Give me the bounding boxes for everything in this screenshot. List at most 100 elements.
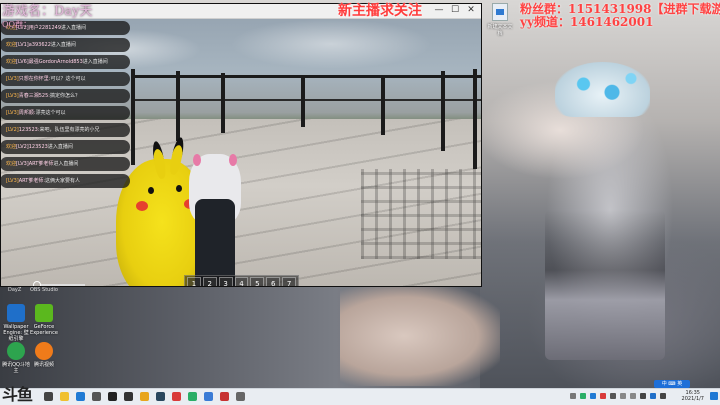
chat-level: 欢迎 — [6, 144, 17, 150]
chat-message: [LV2]123523:来吧，队伍里有漂亮的小兄 — [0, 123, 130, 137]
tray-icon[interactable] — [590, 393, 596, 399]
edge-app-icon[interactable] — [76, 392, 85, 401]
status-bar — [41, 284, 85, 286]
chat-message: [LV3]周邦顺:漂亮这个可以 — [0, 106, 130, 120]
close-button[interactable]: ✕ — [465, 5, 477, 16]
chat-level: [LV3] — [6, 93, 19, 99]
clock[interactable]: 16:35 2021/1/7 — [682, 390, 704, 402]
tencent-video-shortcut[interactable]: 腾讯视频 — [30, 342, 58, 368]
ime-indicator[interactable]: 中 ⌨ 英 — [654, 380, 690, 388]
chat-nick: [LV2]123523 — [16, 144, 48, 150]
chat-text: 进入直播间 — [53, 161, 79, 167]
chat-text: 这俩大家要有人 — [45, 178, 81, 184]
railing-post — [176, 71, 180, 141]
folder-app-icon[interactable] — [204, 392, 213, 401]
wallpaper-engine-icon — [7, 304, 25, 322]
railing-post — [301, 77, 305, 127]
chat-nick: [LV1]a393622 — [16, 42, 51, 48]
volume-icon[interactable] — [630, 393, 636, 399]
hotbar-slot[interactable]: 2 — [202, 277, 217, 286]
qq-game-shortcut[interactable]: 腾讯QQ斗地主 — [2, 342, 30, 374]
chat-level: 欢迎 — [6, 161, 17, 167]
railing-shadow — [361, 169, 481, 259]
tray-icon[interactable] — [640, 393, 646, 399]
game-app-icon[interactable] — [172, 392, 181, 401]
maximize-button[interactable]: ☐ — [449, 5, 461, 16]
obs-shortcut-label[interactable]: OBS Studio — [30, 287, 58, 293]
chat-message: 欢迎[LV6]最强GordonArnold853进入直播间 — [0, 55, 130, 69]
tray-icon[interactable] — [570, 393, 576, 399]
hotbar-slot[interactable]: 5 — [250, 277, 265, 286]
steam-app-icon[interactable] — [156, 392, 165, 401]
desktop-file-label: 新建文本文档 — [487, 24, 513, 37]
pikachu-eye — [148, 187, 154, 194]
qq-game-icon — [7, 342, 25, 360]
system-tray: 16:35 2021/1/7 — [560, 389, 720, 405]
search-app-icon[interactable] — [44, 392, 53, 401]
qq-app-icon[interactable] — [108, 392, 117, 401]
tray-icon[interactable] — [580, 393, 586, 399]
chat-nick: 只想在你怀里: — [18, 76, 51, 82]
railing-mid-bar — [131, 99, 481, 101]
tray-icon[interactable] — [650, 393, 656, 399]
minimize-button[interactable]: — — [433, 5, 445, 16]
settings-app-icon[interactable] — [236, 392, 245, 401]
wallpaper-crown — [555, 62, 650, 117]
network-icon[interactable] — [620, 393, 626, 399]
hotbar-slot[interactable]: 1 — [187, 277, 201, 286]
chat-nick: [LV6]最强GordonArnold853 — [16, 59, 83, 65]
game-name-overlay: 游戏名：Day天 QQ群： — [2, 0, 93, 30]
wechat-app-icon[interactable] — [188, 392, 197, 401]
chat-message: 欢迎[LV3]ART爹老师进入直播间 — [0, 157, 130, 171]
obs-app-icon[interactable] — [124, 392, 133, 401]
chat-nick: [LV3]ART爹老师 — [16, 161, 54, 167]
geforce-label: GeForce Experience — [30, 324, 58, 336]
text-file-icon — [492, 3, 508, 21]
chat-nick: 周邦顺: — [18, 110, 36, 116]
chat-level: [LV3] — [6, 110, 19, 116]
notification-icon[interactable] — [710, 392, 718, 400]
tray-icon[interactable] — [610, 393, 616, 399]
inventory-hotbar[interactable]: 1 2 3 4 5 6 7 — [184, 275, 299, 286]
wallpaper-brush-cup — [545, 210, 665, 360]
chat-message: [LV3]ART爹老师:这俩大家要有人 — [0, 174, 130, 188]
tencent-video-icon — [35, 342, 53, 360]
railing-post — [473, 69, 477, 169]
railing-post — [441, 71, 445, 151]
chat-text: 搞定你怎么？ — [49, 93, 80, 99]
hotbar-slot[interactable]: 4 — [234, 277, 249, 286]
chat-text: 漂亮这个可以 — [35, 110, 66, 116]
wallpaper-engine-shortcut[interactable]: Wallpaper Engine: 壁纸引擎 — [2, 304, 30, 342]
music-app-icon[interactable] — [220, 392, 229, 401]
railing-top-bar — [131, 75, 481, 78]
chat-level: [LV2] — [6, 127, 19, 133]
chrome-app-icon[interactable] — [140, 392, 149, 401]
qq-group-text: QQ群： — [2, 20, 32, 29]
hotbar-slot[interactable]: 3 — [218, 277, 233, 286]
railing-post — [221, 73, 225, 133]
desktop-file-icon[interactable]: 新建文本文档 — [486, 3, 514, 37]
tray-icon[interactable] — [600, 393, 606, 399]
stream-title-overlay: 新主播求关注 — [338, 3, 422, 19]
tray-icon[interactable] — [660, 393, 666, 399]
dayz-shortcut-label[interactable]: DayZ — [8, 287, 21, 293]
explorer-app-icon[interactable] — [60, 392, 69, 401]
taskbar: 斗鱼 16:35 2021/1/7 — [0, 385, 720, 405]
chat-nick: ART爹老师: — [18, 178, 46, 184]
chat-nick: 123523: — [18, 127, 40, 133]
store-app-icon[interactable] — [92, 392, 101, 401]
character-ribbon — [193, 154, 201, 166]
hotbar-slot[interactable]: 7 — [282, 277, 297, 286]
geforce-shortcut[interactable]: GeForce Experience — [30, 304, 58, 336]
hotbar-slot[interactable]: 6 — [266, 277, 281, 286]
nvidia-icon — [35, 304, 53, 322]
wallpaper-engine-label: Wallpaper Engine: 壁纸引擎 — [3, 324, 29, 342]
chat-level: 欢迎 — [6, 42, 17, 48]
player-character — [189, 154, 241, 286]
game-name-text: 游戏名：Day天 — [2, 4, 93, 19]
clock-date: 2021/1/7 — [681, 396, 704, 402]
yy-channel-overlay: yy频道：1461462001 — [520, 15, 654, 29]
chat-nick: 青春三湘525: — [18, 93, 50, 99]
wallpaper-arm — [340, 286, 500, 386]
railing-post — [131, 69, 135, 165]
